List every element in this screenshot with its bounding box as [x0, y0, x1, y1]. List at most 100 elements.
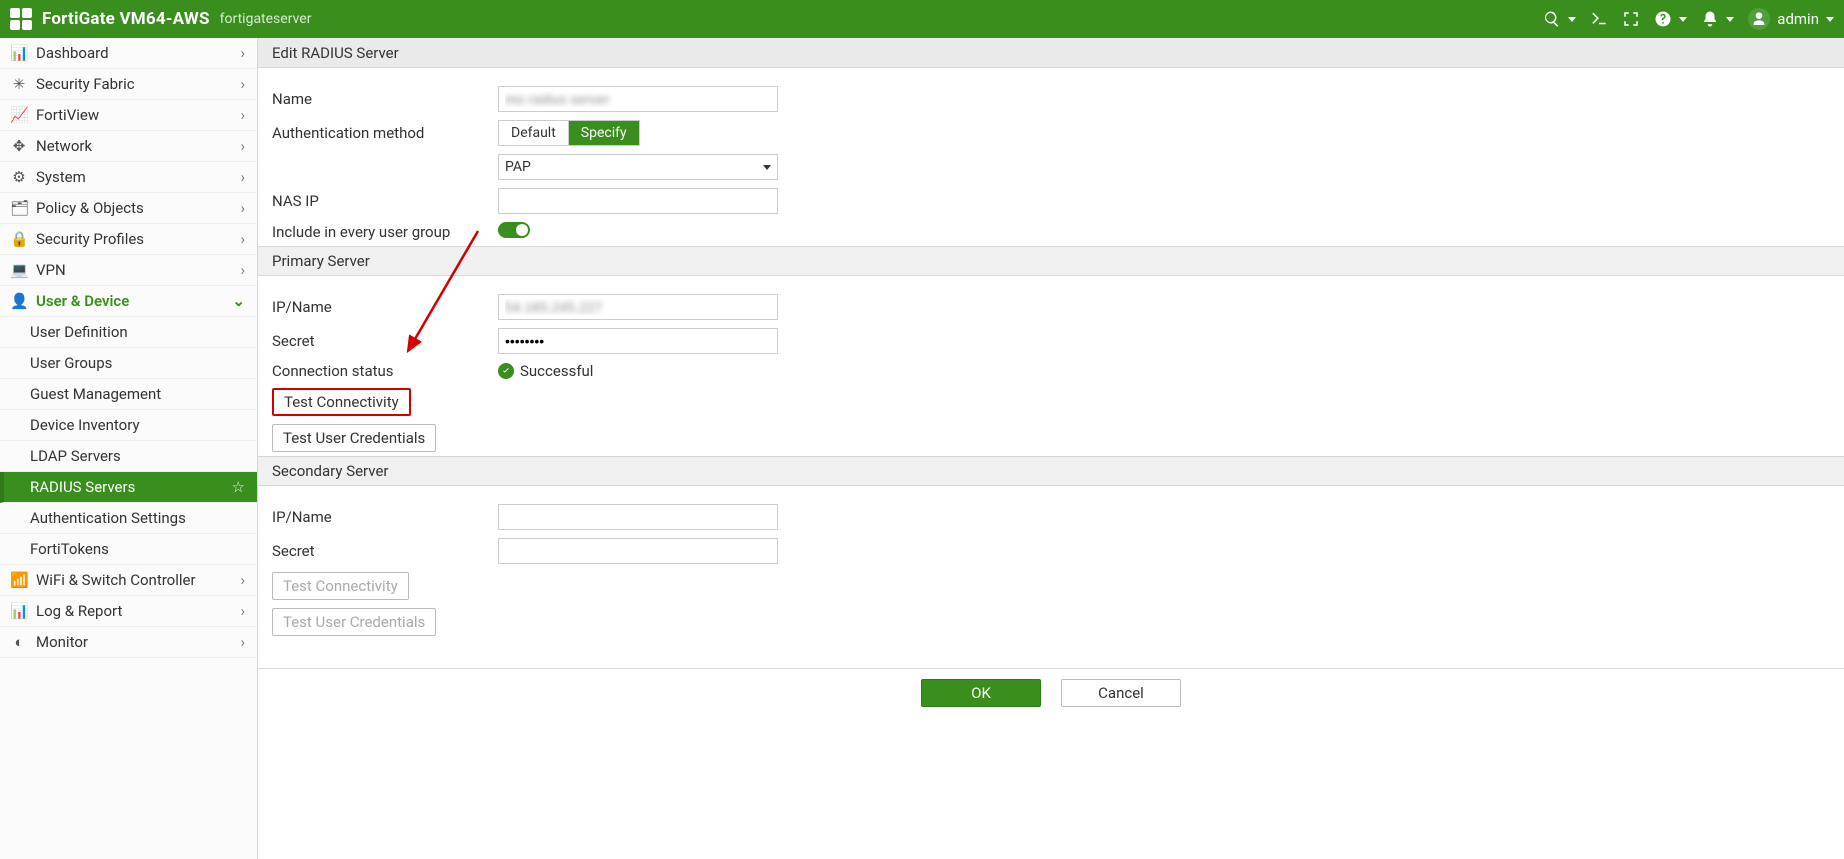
chevron-right-icon: ›: [240, 571, 245, 589]
user-icon: 👤: [10, 292, 28, 310]
sidebar-sub-device-inventory[interactable]: Device Inventory: [0, 410, 257, 441]
bar-chart-icon: 📊: [10, 602, 28, 620]
wifi-icon: 📶: [10, 571, 28, 589]
secondary-test-user-button[interactable]: Test User Credentials: [272, 608, 436, 636]
nas-ip-label: NAS IP: [272, 192, 492, 210]
sidebar-label: FortiView: [36, 106, 232, 124]
fabric-icon: ✳: [10, 75, 28, 93]
sidebar-sub-label: User Groups: [30, 354, 112, 372]
sidebar-sub-fortitokens[interactable]: FortiTokens: [0, 534, 257, 565]
nas-ip-input[interactable]: [498, 188, 778, 214]
pie-icon: ◐: [10, 633, 28, 651]
chevron-right-icon: ›: [240, 75, 245, 93]
auth-method-default[interactable]: Default: [499, 121, 569, 145]
sidebar-label: Monitor: [36, 633, 232, 651]
primary-test-user-button[interactable]: Test User Credentials: [272, 424, 436, 452]
hostname: fortigateserver: [220, 11, 312, 27]
primary-server-header: Primary Server: [258, 246, 1844, 276]
favorite-star-icon[interactable]: ☆: [232, 478, 245, 496]
sidebar-sub-label: LDAP Servers: [30, 447, 121, 465]
primary-secret-input[interactable]: [498, 328, 778, 354]
fortinet-logo-icon: [10, 8, 32, 30]
help-icon[interactable]: [1654, 10, 1687, 28]
auth-protocol-select[interactable]: PAP: [498, 154, 778, 180]
auth-method-label: Authentication method: [272, 124, 492, 142]
secondary-secret-label: Secret: [272, 542, 492, 560]
page-title: Edit RADIUS Server: [258, 38, 1844, 68]
sidebar-label: Network: [36, 137, 232, 155]
sidebar-item-network[interactable]: ✥ Network ›: [0, 131, 257, 162]
primary-status-text: Successful: [520, 362, 593, 380]
sidebar-sub-radius-servers[interactable]: RADIUS Servers ☆: [0, 472, 257, 503]
chevron-right-icon: ›: [240, 199, 245, 217]
sidebar-label: Security Fabric: [36, 75, 232, 93]
sidebar-item-user-device[interactable]: 👤 User & Device ⌄: [0, 286, 257, 317]
chevron-right-icon: ›: [240, 602, 245, 620]
auth-method-specify[interactable]: Specify: [569, 121, 639, 145]
auth-protocol-value: PAP: [505, 159, 531, 175]
ok-button[interactable]: OK: [921, 679, 1041, 707]
sidebar-item-wifi[interactable]: 📶 WiFi & Switch Controller ›: [0, 565, 257, 596]
sidebar-sub-ldap-servers[interactable]: LDAP Servers: [0, 441, 257, 472]
chevron-right-icon: ›: [240, 137, 245, 155]
sidebar-label: VPN: [36, 261, 232, 279]
include-group-toggle[interactable]: [498, 222, 530, 238]
sidebar-item-system[interactable]: ⚙ System ›: [0, 162, 257, 193]
network-icon: ✥: [10, 137, 28, 155]
laptop-icon: 💻: [10, 261, 28, 279]
sidebar-item-vpn[interactable]: 💻 VPN ›: [0, 255, 257, 286]
sidebar-item-fortiview[interactable]: 📈 FortiView ›: [0, 100, 257, 131]
name-input[interactable]: [498, 86, 778, 112]
topbar-actions: admin: [1543, 8, 1834, 30]
chevron-right-icon: ›: [240, 168, 245, 186]
brand-area: FortiGate VM64-AWS fortigateserver: [10, 8, 311, 30]
sidebar-item-security-profiles[interactable]: 🔒 Security Profiles ›: [0, 224, 257, 255]
secondary-secret-input[interactable]: [498, 538, 778, 564]
sidebar-sub-guest-management[interactable]: Guest Management: [0, 379, 257, 410]
sidebar-item-monitor[interactable]: ◐ Monitor ›: [0, 627, 257, 658]
sidebar-sub-label: RADIUS Servers: [30, 478, 135, 496]
user-menu[interactable]: admin: [1748, 8, 1834, 30]
sidebar-sub-label: Device Inventory: [30, 416, 140, 434]
sidebar-sub-label: FortiTokens: [30, 540, 109, 558]
sidebar-item-policy[interactable]: 🗂 Policy & Objects ›: [0, 193, 257, 224]
fullscreen-icon[interactable]: [1622, 10, 1640, 28]
chevron-down-icon: ⌄: [232, 292, 245, 310]
gear-icon: ⚙: [10, 168, 28, 186]
chevron-right-icon: ›: [240, 633, 245, 651]
notifications-icon[interactable]: [1701, 10, 1734, 28]
secondary-test-connectivity-button[interactable]: Test Connectivity: [272, 572, 409, 600]
cancel-button[interactable]: Cancel: [1061, 679, 1181, 707]
primary-conn-status-value: Successful: [498, 362, 818, 380]
primary-secret-label: Secret: [272, 332, 492, 350]
sidebar-sub-auth-settings[interactable]: Authentication Settings: [0, 503, 257, 534]
main-panel: Edit RADIUS Server Name Authentication m…: [258, 38, 1844, 859]
cli-icon[interactable]: [1590, 10, 1608, 28]
sidebar-label: Security Profiles: [36, 230, 232, 248]
sidebar-item-dashboard[interactable]: 📊 Dashboard ›: [0, 38, 257, 69]
sidebar-label: Dashboard: [36, 44, 232, 62]
sidebar-label: Policy & Objects: [36, 199, 232, 217]
dashboard-icon: 📊: [10, 44, 28, 62]
sidebar-sub-user-definition[interactable]: User Definition: [0, 317, 257, 348]
secondary-server-header: Secondary Server: [258, 456, 1844, 486]
secondary-ip-input[interactable]: [498, 504, 778, 530]
footer-buttons: OK Cancel: [258, 668, 1844, 717]
sidebar-label: System: [36, 168, 232, 186]
primary-ip-input[interactable]: [498, 294, 778, 320]
chevron-right-icon: ›: [240, 230, 245, 248]
sidebar-sub-user-groups[interactable]: User Groups: [0, 348, 257, 379]
chevron-right-icon: ›: [240, 261, 245, 279]
success-check-icon: [498, 363, 514, 379]
primary-test-connectivity-button[interactable]: Test Connectivity: [272, 388, 411, 416]
sidebar-item-security-fabric[interactable]: ✳ Security Fabric ›: [0, 69, 257, 100]
include-group-label: Include in every user group: [272, 223, 492, 241]
chart-icon: 📈: [10, 106, 28, 124]
sidebar-sub-label: Guest Management: [30, 385, 161, 403]
chevron-right-icon: ›: [240, 106, 245, 124]
search-icon[interactable]: [1543, 10, 1576, 28]
sidebar-item-log[interactable]: 📊 Log & Report ›: [0, 596, 257, 627]
name-label: Name: [272, 90, 492, 108]
chevron-right-icon: ›: [240, 44, 245, 62]
lock-icon: 🔒: [10, 230, 28, 248]
